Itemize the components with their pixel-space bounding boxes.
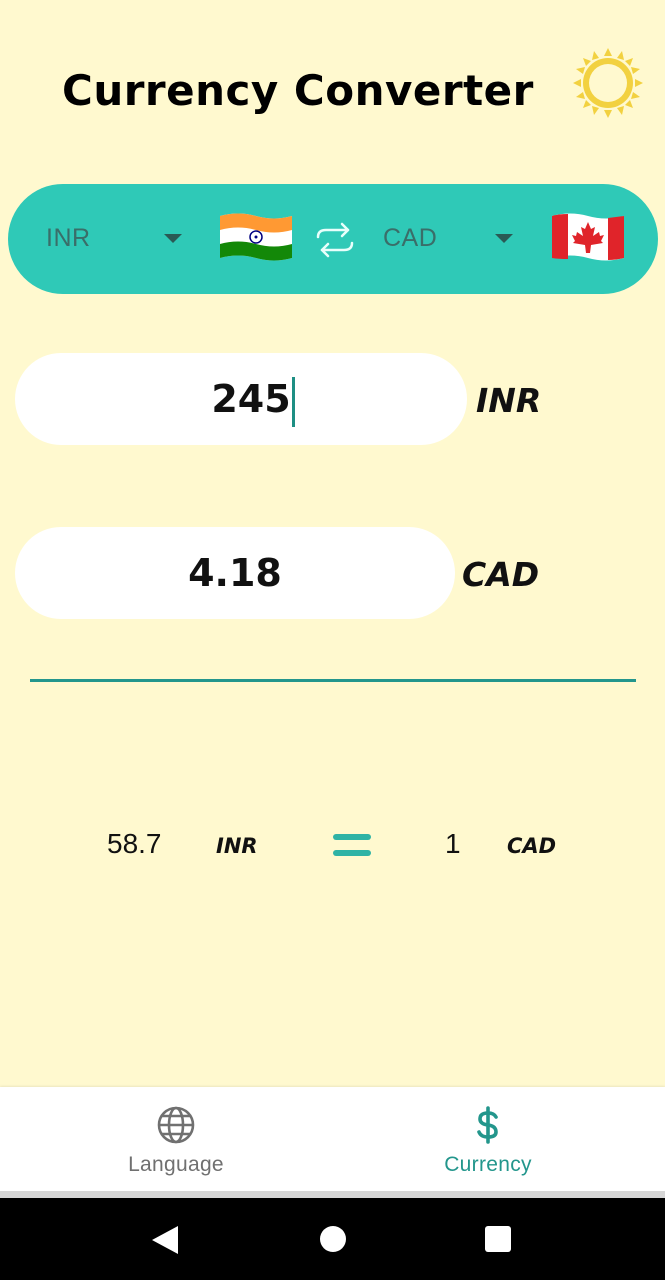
swap-arrows-icon[interactable] bbox=[314, 218, 356, 262]
canada-flag-icon bbox=[552, 213, 624, 261]
divider bbox=[30, 679, 636, 682]
rate-from-code: INR bbox=[216, 834, 258, 858]
input-currency-code: INR bbox=[476, 381, 542, 420]
recents-icon[interactable] bbox=[484, 1225, 512, 1253]
rate-from-amount: 58.7 bbox=[107, 828, 162, 859]
sun-icon[interactable] bbox=[571, 46, 645, 120]
nav-item-language[interactable]: Language bbox=[10, 1087, 342, 1191]
nav-label-language: Language bbox=[128, 1153, 224, 1176]
nav-separator bbox=[0, 1191, 665, 1198]
amount-input-value: 245 bbox=[211, 377, 291, 421]
chevron-down-icon[interactable] bbox=[495, 234, 513, 243]
from-currency-select[interactable]: INR bbox=[46, 224, 91, 253]
india-flag-icon bbox=[220, 213, 292, 261]
rate-to-amount: 1 bbox=[445, 828, 461, 859]
rate-to-code: CAD bbox=[507, 834, 557, 858]
to-currency-select[interactable]: CAD bbox=[383, 224, 437, 253]
amount-input[interactable]: 245 bbox=[15, 353, 467, 445]
back-icon[interactable] bbox=[150, 1224, 180, 1256]
nav-label-currency: Currency bbox=[444, 1153, 532, 1176]
system-nav-bar bbox=[0, 1198, 665, 1280]
dollar-icon bbox=[477, 1106, 498, 1144]
bottom-nav: Language Currency bbox=[0, 1087, 665, 1191]
converted-amount-value: 4.18 bbox=[188, 551, 282, 595]
page-title: Currency Converter bbox=[62, 66, 534, 115]
chevron-down-icon[interactable] bbox=[164, 234, 182, 243]
home-icon[interactable] bbox=[319, 1225, 347, 1253]
nav-item-currency[interactable]: Currency bbox=[322, 1087, 654, 1191]
text-cursor bbox=[291, 376, 295, 427]
currency-picker-bar: INR CAD bbox=[8, 184, 658, 294]
equals-icon bbox=[333, 834, 371, 858]
converted-amount-field: 4.18 bbox=[15, 527, 455, 619]
output-currency-code: CAD bbox=[462, 555, 540, 594]
globe-icon bbox=[157, 1106, 195, 1144]
